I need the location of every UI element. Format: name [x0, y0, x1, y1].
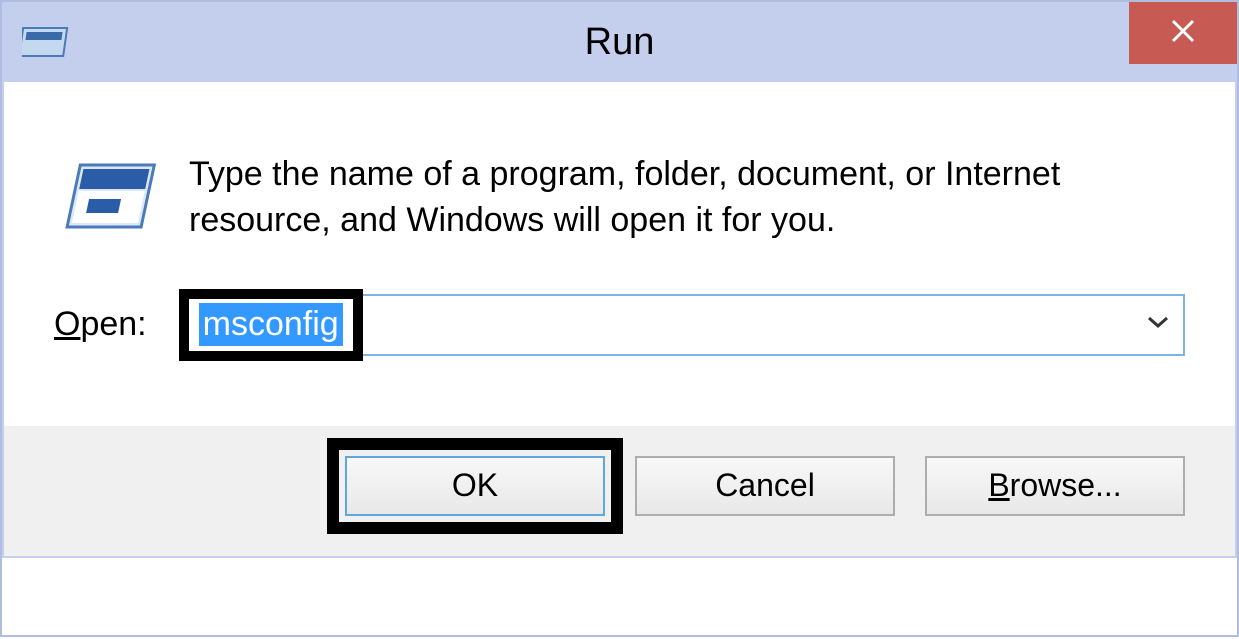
browse-button[interactable]: Browse... — [925, 456, 1185, 516]
cancel-button[interactable]: Cancel — [635, 456, 895, 516]
close-icon — [1169, 17, 1197, 50]
titlebar[interactable]: Run — [2, 2, 1237, 82]
chevron-down-icon — [1147, 315, 1169, 334]
description-text: Type the name of a program, folder, docu… — [189, 152, 1185, 244]
open-input[interactable]: msconfig — [189, 296, 1133, 354]
run-icon — [64, 157, 159, 242]
open-label: Open: — [54, 305, 147, 344]
annotation-ok-highlight: OK — [327, 438, 623, 534]
open-input-value: msconfig — [199, 303, 343, 346]
annotation-input-highlight: msconfig — [179, 289, 363, 361]
combobox-dropdown-button[interactable] — [1133, 296, 1183, 354]
open-combobox[interactable]: msconfig — [187, 294, 1185, 356]
info-row: Type the name of a program, folder, docu… — [54, 152, 1185, 244]
run-titlebar-icon — [22, 22, 70, 62]
ok-button[interactable]: OK — [345, 456, 605, 516]
content-area: Type the name of a program, folder, docu… — [2, 82, 1237, 426]
window-title: Run — [585, 21, 655, 64]
close-button[interactable] — [1129, 2, 1237, 64]
button-bar: OK Cancel Browse... — [2, 426, 1237, 558]
run-dialog: Run Type the — [0, 0, 1239, 637]
input-row: Open: msconfig — [54, 294, 1185, 356]
